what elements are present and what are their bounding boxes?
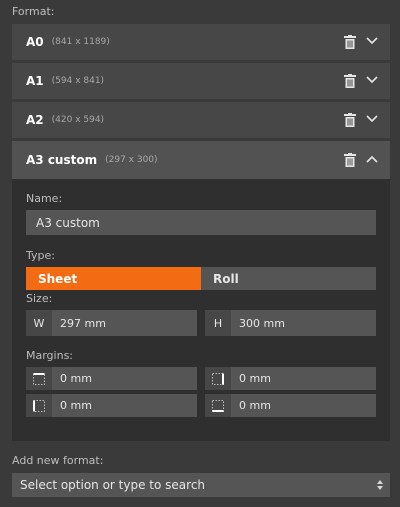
format-name: A0 <box>26 35 44 49</box>
format-dims: (420 x 594) <box>51 115 105 125</box>
format-name: A3 custom <box>26 153 98 167</box>
format-dims: (594 x 841) <box>51 76 105 86</box>
type-label: Type: <box>26 249 55 262</box>
margin-top-value: 0 mm <box>60 372 92 385</box>
margin-left-icon <box>26 394 52 417</box>
chevron-down-icon[interactable] <box>366 76 378 84</box>
margin-left-value: 0 mm <box>60 399 92 412</box>
trash-icon[interactable] <box>344 153 356 167</box>
add-format-select[interactable]: Select option or type to search <box>12 473 390 497</box>
margin-top-field[interactable]: 0 mm <box>26 367 197 390</box>
format-name: A1 <box>26 74 44 88</box>
format-name: A2 <box>26 113 44 127</box>
margin-bottom-value: 0 mm <box>239 399 271 412</box>
format-dims: (841 x 1189) <box>51 37 110 47</box>
format-row-a3-custom[interactable]: A3 custom (297 x 300) <box>12 141 390 179</box>
width-value: 297 mm <box>60 316 106 330</box>
type-roll-button[interactable]: Roll <box>201 267 376 290</box>
height-field[interactable]: H 300 mm <box>205 310 376 336</box>
trash-icon[interactable] <box>344 35 356 49</box>
size-label: Size: <box>26 292 53 305</box>
margin-left-field[interactable]: 0 mm <box>26 394 197 417</box>
format-row-a1[interactable]: A1 (594 x 841) <box>12 63 390 99</box>
height-value: 300 mm <box>239 316 285 330</box>
format-row-a0[interactable]: A0 (841 x 1189) <box>12 24 390 60</box>
height-tag: H <box>205 310 231 336</box>
margin-bottom-icon <box>205 394 231 417</box>
margin-top-icon <box>26 367 52 390</box>
trash-icon[interactable] <box>344 113 356 127</box>
chevron-down-icon[interactable] <box>366 37 378 45</box>
name-input[interactable]: A3 custom <box>26 210 376 235</box>
margin-right-value: 0 mm <box>239 372 271 385</box>
type-sheet-button[interactable]: Sheet <box>26 267 201 290</box>
format-label: Format: <box>12 5 55 18</box>
margin-bottom-field[interactable]: 0 mm <box>205 394 376 417</box>
trash-icon[interactable] <box>344 74 356 88</box>
name-label: Name: <box>26 192 63 205</box>
add-format-label: Add new format: <box>12 454 104 467</box>
format-dims: (297 x 300) <box>105 155 158 165</box>
margin-right-icon <box>205 367 231 390</box>
chevron-down-icon[interactable] <box>366 115 378 123</box>
select-arrows-icon <box>377 480 383 490</box>
width-tag: W <box>26 310 52 336</box>
margin-right-field[interactable]: 0 mm <box>205 367 376 390</box>
margins-label: Margins: <box>26 349 74 362</box>
add-format-placeholder: Select option or type to search <box>20 478 206 492</box>
width-field[interactable]: W 297 mm <box>26 310 197 336</box>
chevron-up-icon[interactable] <box>366 155 378 163</box>
format-row-a2[interactable]: A2 (420 x 594) <box>12 102 390 138</box>
